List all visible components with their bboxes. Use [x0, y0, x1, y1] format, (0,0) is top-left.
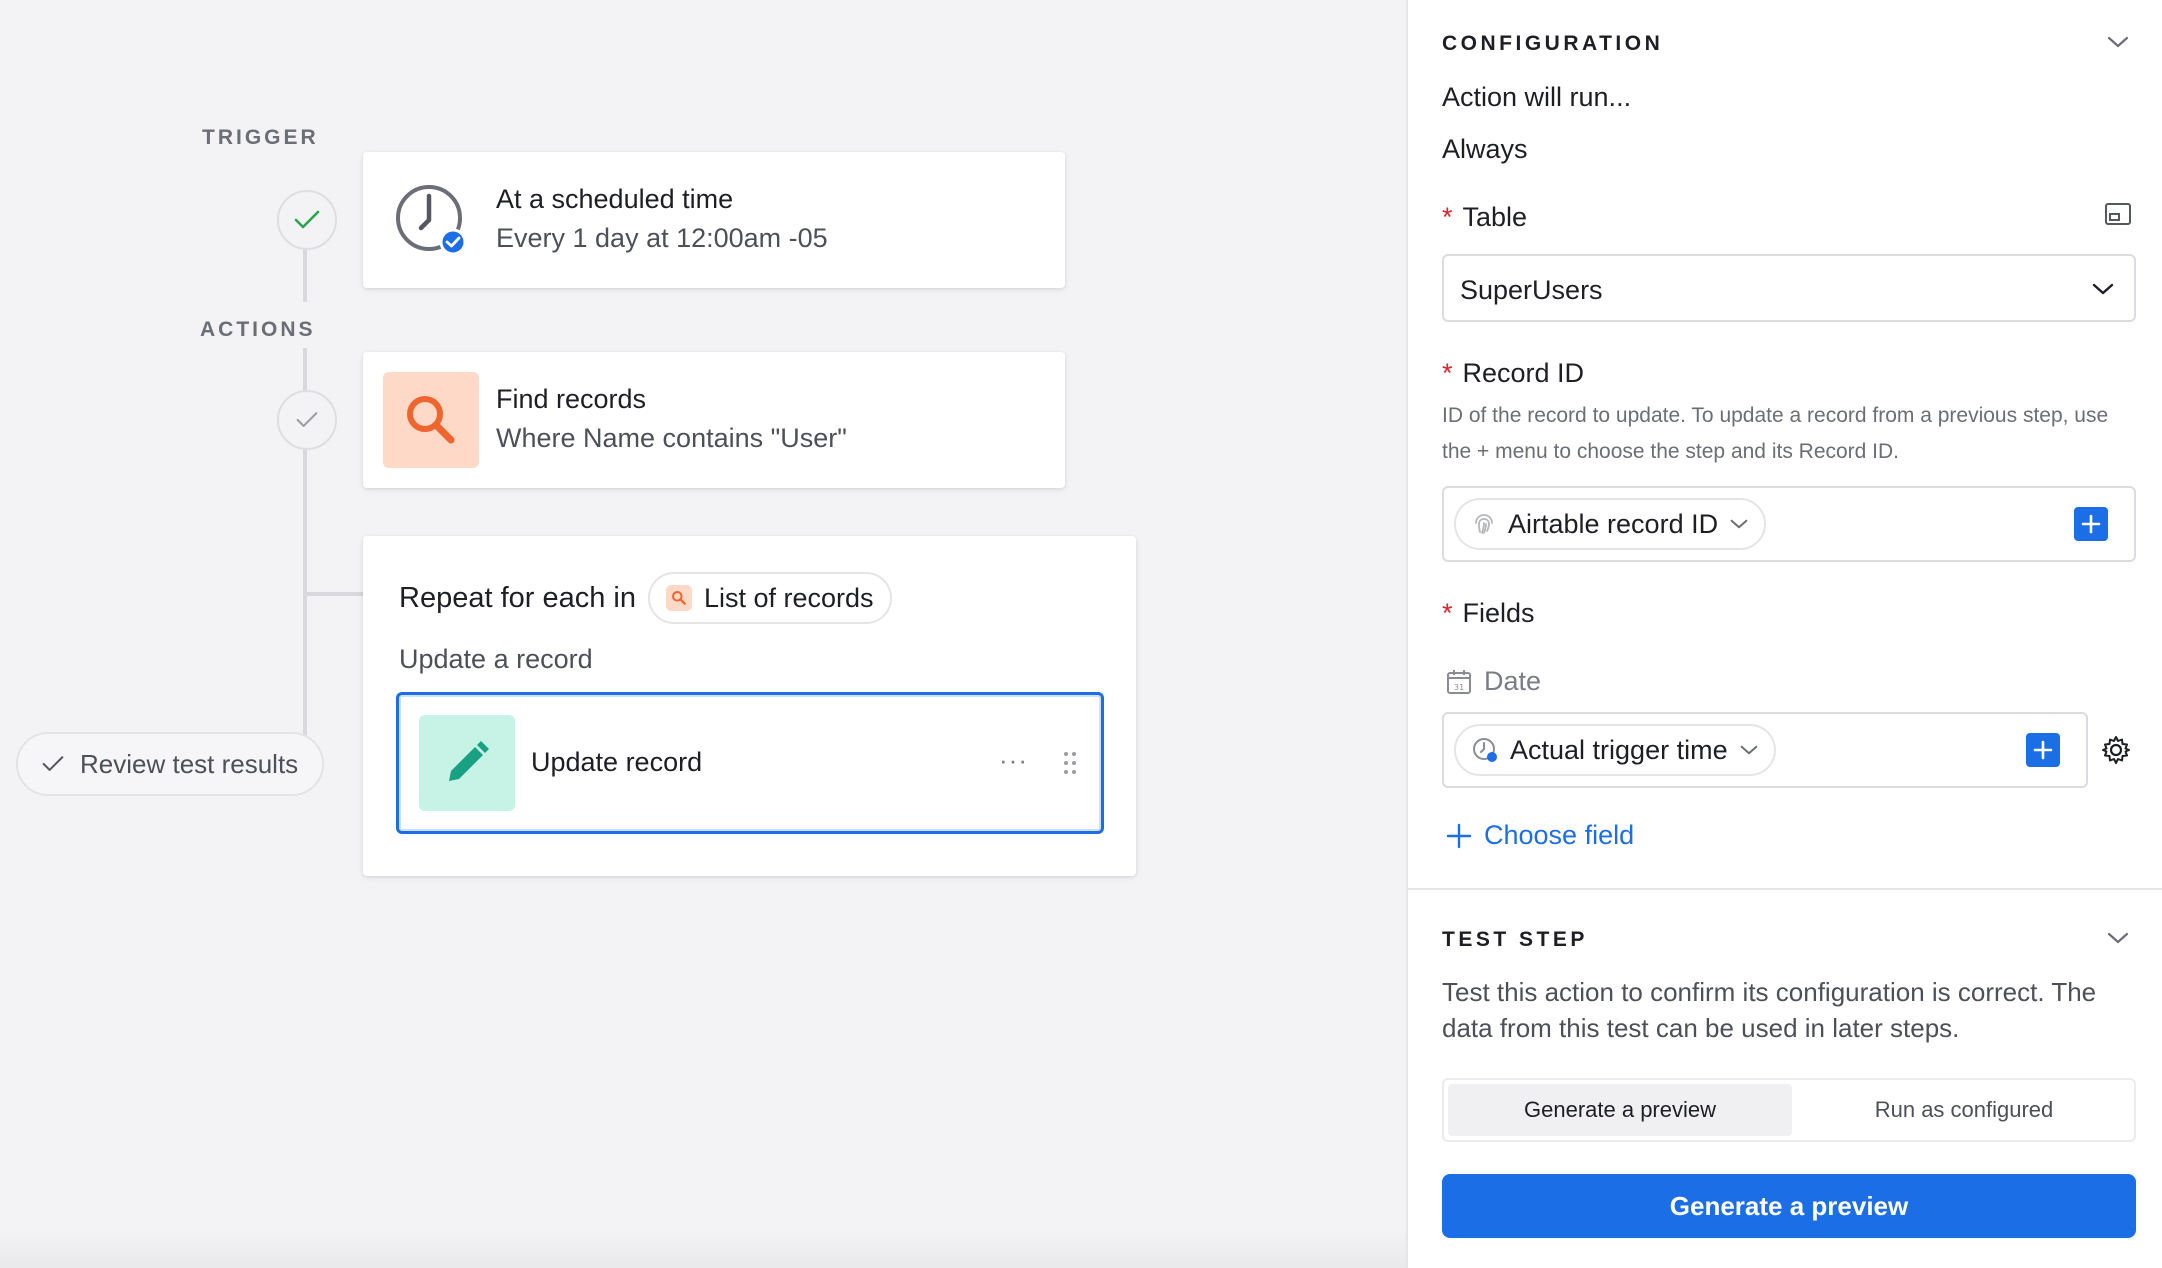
test-step-description: Test this action to confirm its configur… [1442, 977, 2097, 1043]
table-label-text: Table [1462, 202, 1528, 232]
review-test-results-label: Review test results [80, 748, 299, 779]
table-select[interactable]: SuperUsers [1442, 254, 2136, 322]
clock-icon [1473, 738, 1497, 762]
update-record-card[interactable]: Update record ··· [396, 692, 1104, 834]
required-marker: * [1442, 358, 1453, 388]
plus-icon [1446, 823, 1472, 848]
workflow-canvas: TRIGGER ACTIONS At a scheduled time Ever… [0, 0, 1406, 1268]
trigger-card[interactable]: At a scheduled time Every 1 day at 12:00… [363, 152, 1065, 288]
date-field-input[interactable]: Actual trigger time [1442, 712, 2088, 788]
actual-trigger-time-token[interactable]: Actual trigger time [1454, 724, 1776, 776]
repeat-title: Repeat for each in [399, 581, 636, 614]
drag-handle-icon[interactable] [1063, 751, 1077, 780]
required-marker: * [1442, 202, 1453, 232]
fields-label-text: Fields [1462, 598, 1535, 628]
check-icon [296, 412, 318, 427]
list-of-records-pill[interactable]: List of records [647, 572, 892, 624]
action-will-run-label: Action will run... [1442, 82, 1632, 112]
collapse-test-step-chevron-icon[interactable] [2102, 922, 2134, 954]
update-record-title: Update record [531, 747, 703, 777]
trigger-title: At a scheduled time [496, 184, 734, 214]
canvas-bottom-shade [0, 1230, 1406, 1268]
review-test-results-button[interactable]: Review test results [16, 732, 325, 796]
calendar-icon: 31 [1447, 669, 1471, 694]
trigger-subtitle: Every 1 day at 12:00am -05 [496, 223, 828, 253]
chevron-down-icon [1730, 519, 1748, 529]
find-records-card[interactable]: Find records Where Name contains "User" [363, 352, 1065, 488]
test-step-heading: TEST STEP [1442, 928, 1588, 951]
fingerprint-icon [1475, 514, 1493, 534]
find-status-indicator [277, 390, 337, 450]
chevron-down-icon [2092, 283, 2114, 295]
record-id-field-label: * Record ID [1442, 358, 1584, 389]
insert-token-plus-button[interactable] [2026, 733, 2060, 767]
record-id-input[interactable]: Airtable record ID [1442, 486, 2136, 562]
repeat-group-card[interactable]: Repeat for each in List of records Updat… [363, 536, 1136, 876]
choose-field-label: Choose field [1484, 820, 1635, 850]
required-marker: * [1442, 598, 1453, 628]
fields-section-label: * Fields [1442, 598, 1535, 629]
repeat-inner-label: Update a record [399, 644, 593, 674]
airtable-record-id-label: Airtable record ID [1508, 508, 1719, 539]
date-field-header: 31 Date [1446, 666, 1541, 697]
list-of-records-label: List of records [703, 582, 874, 613]
actual-trigger-time-label: Actual trigger time [1510, 734, 1728, 765]
table-field-label: * Table [1442, 202, 1527, 233]
choose-field-button[interactable]: Choose field [1446, 820, 1634, 851]
chevron-down-icon [1740, 745, 1757, 755]
flow-connector-branch [303, 592, 363, 596]
clock-icon [395, 184, 467, 256]
airtable-record-id-token[interactable]: Airtable record ID [1454, 498, 1767, 550]
find-records-subtitle: Where Name contains "User" [496, 423, 847, 453]
record-id-hint: ID of the record to update. To update a … [1442, 404, 2109, 463]
actions-section-label: ACTIONS [200, 318, 316, 341]
record-id-label-text: Record ID [1462, 358, 1585, 388]
update-record-icon-tile [419, 715, 515, 811]
configuration-panel: CONFIGURATION Action will run... Always … [1406, 0, 2162, 1268]
table-select-value: SuperUsers [1460, 275, 1603, 305]
section-divider [1408, 888, 2162, 890]
search-icon [407, 396, 455, 444]
svg-text:31: 31 [1454, 683, 1464, 692]
field-settings-gear-icon[interactable] [2100, 734, 2132, 771]
collapse-configuration-chevron-icon[interactable] [2102, 26, 2134, 58]
tab-generate-preview[interactable]: Generate a preview [1448, 1084, 1792, 1136]
run-condition-value[interactable]: Always [1442, 134, 1528, 165]
configuration-heading: CONFIGURATION [1442, 32, 1664, 55]
check-icon [294, 210, 320, 229]
insert-token-plus-button[interactable] [2074, 507, 2108, 541]
search-icon [665, 585, 692, 611]
plus-icon [2033, 740, 2053, 760]
test-mode-segmented-control: Generate a preview Run as configured [1442, 1078, 2136, 1142]
find-records-title: Find records [496, 384, 647, 414]
generate-preview-button[interactable]: Generate a preview [1442, 1174, 2136, 1238]
tab-run-as-configured[interactable]: Run as configured [1794, 1084, 2134, 1136]
trigger-status-indicator [277, 190, 337, 250]
pencil-icon [449, 741, 489, 781]
plus-icon [2081, 514, 2101, 534]
more-options-icon[interactable]: ··· [999, 745, 1028, 776]
find-records-icon-tile [383, 372, 479, 468]
date-field-name: Date [1484, 666, 1542, 696]
trigger-section-label: TRIGGER [202, 126, 319, 149]
expand-table-icon[interactable] [2104, 202, 2132, 231]
check-icon [42, 756, 64, 771]
